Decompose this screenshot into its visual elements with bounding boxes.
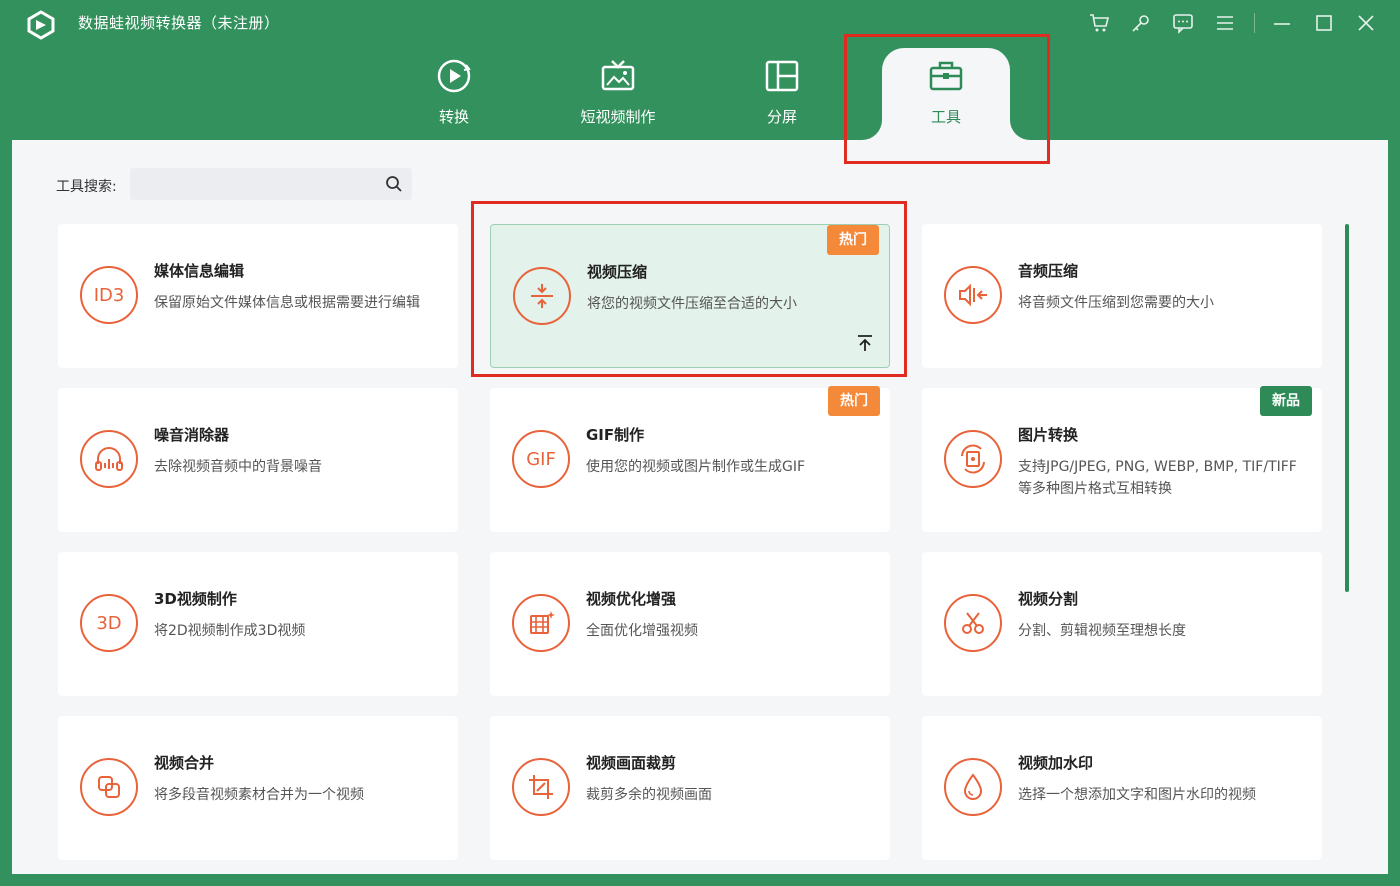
tool-desc: 选择一个想添加文字和图片水印的视频 [1018, 787, 1256, 803]
id3-icon: ID3 [80, 266, 138, 324]
app-title: 数据蛙视频转换器（未注册） [78, 14, 280, 32]
maximize-icon[interactable] [1309, 8, 1339, 38]
tab-short-video[interactable]: 短视频制作 [558, 48, 678, 140]
tab-split-screen[interactable]: 分屏 [722, 48, 842, 140]
controls-divider [1254, 13, 1255, 33]
tool-card-video-crop[interactable]: 视频画面裁剪 裁剪多余的视频画面 [490, 716, 890, 860]
tool-title: 视频加水印 [1018, 754, 1094, 772]
menu-icon[interactable] [1210, 8, 1240, 38]
tool-card-noise-remover[interactable]: 噪音消除器 去除视频音频中的背景噪音 [58, 388, 458, 532]
cart-icon[interactable] [1084, 8, 1114, 38]
app-logo-icon [27, 10, 55, 40]
convert-icon [434, 56, 474, 96]
scissors-icon [944, 594, 1002, 652]
image-convert-icon [944, 430, 1002, 488]
tool-title: 图片转换 [1018, 426, 1079, 444]
highlight-box-tools-tab [844, 34, 1050, 164]
headphones-icon [80, 430, 138, 488]
tool-desc: 分割、剪辑视频至理想长度 [1018, 623, 1186, 639]
message-icon[interactable] [1168, 8, 1198, 38]
close-icon[interactable] [1351, 8, 1381, 38]
scrollbar[interactable] [1345, 224, 1349, 592]
key-icon[interactable] [1126, 8, 1156, 38]
app-window: 数据蛙视频转换器（未注册） 转换 短视频制作 分屏 工具 工具搜索: ID3 媒… [0, 0, 1400, 886]
minimize-icon[interactable] [1267, 8, 1297, 38]
tool-card-video-merge[interactable]: 视频合并 将多段音视频素材合并为一个视频 [58, 716, 458, 860]
watermark-icon [944, 758, 1002, 816]
tool-desc: 保留原始文件媒体信息或根据需要进行编辑 [154, 295, 420, 311]
tool-desc: 使用您的视频或图片制作或生成GIF [586, 459, 806, 475]
tab-label: 转换 [438, 108, 469, 126]
tool-desc: 去除视频音频中的背景噪音 [154, 459, 322, 475]
tool-desc: 将2D视频制作成3D视频 [154, 623, 306, 639]
highlight-box-video-compress [471, 201, 907, 377]
crop-icon [512, 758, 570, 816]
tool-card-media-info[interactable]: ID3 媒体信息编辑 保留原始文件媒体信息或根据需要进行编辑 [58, 224, 458, 368]
tool-title: 视频优化增强 [586, 590, 677, 608]
tv-icon [598, 56, 638, 96]
tool-desc: 裁剪多余的视频画面 [586, 787, 712, 803]
tab-label: 短视频制作 [580, 108, 656, 126]
tool-title: 视频画面裁剪 [586, 754, 677, 772]
tool-card-audio-compress[interactable]: 音频压缩 将音频文件压缩到您需要的大小 [922, 224, 1322, 368]
audio-compress-icon [944, 266, 1002, 324]
window-controls [1072, 8, 1381, 38]
merge-icon [80, 758, 138, 816]
tool-card-video-split[interactable]: 视频分割 分割、剪辑视频至理想长度 [922, 552, 1322, 696]
tool-card-video-enhance[interactable]: 视频优化增强 全面优化增强视频 [490, 552, 890, 696]
search-box [130, 168, 412, 200]
tool-title: 3D视频制作 [154, 590, 237, 608]
search-label: 工具搜索: [56, 179, 117, 195]
tab-convert[interactable]: 转换 [394, 48, 514, 140]
3d-icon: 3D [80, 594, 138, 652]
tool-desc: 支持JPG/JPEG, PNG, WEBP, BMP, TIF/TIFF等多种图… [1018, 459, 1297, 497]
tool-title: 媒体信息编辑 [154, 262, 245, 280]
title-bar: 数据蛙视频转换器（未注册） [0, 0, 1400, 46]
enhance-icon [512, 594, 570, 652]
tool-title: 视频合并 [154, 754, 215, 772]
tab-label: 分屏 [766, 108, 797, 126]
hot-badge: 热门 [828, 386, 880, 416]
tool-card-watermark[interactable]: 视频加水印 选择一个想添加文字和图片水印的视频 [922, 716, 1322, 860]
tool-desc: 全面优化增强视频 [586, 623, 698, 639]
tool-desc: 将音频文件压缩到您需要的大小 [1018, 295, 1214, 311]
new-badge: 新品 [1260, 386, 1312, 416]
tool-card-3d-video[interactable]: 3D 3D视频制作 将2D视频制作成3D视频 [58, 552, 458, 696]
tool-title: 视频分割 [1018, 590, 1079, 608]
split-screen-icon [762, 56, 802, 96]
tool-title: 音频压缩 [1018, 262, 1079, 280]
search-input[interactable] [130, 168, 370, 200]
tool-title: GIF制作 [586, 426, 645, 444]
tool-desc: 将多段音视频素材合并为一个视频 [154, 787, 364, 803]
tool-title: 噪音消除器 [154, 426, 230, 444]
gif-icon: GIF [512, 430, 570, 488]
tool-card-image-convert[interactable]: 新品 图片转换 支持JPG/JPEG, PNG, WEBP, BMP, TIF/… [922, 386, 1322, 532]
search-icon[interactable] [384, 174, 404, 194]
tool-card-gif-maker[interactable]: 热门 GIF GIF制作 使用您的视频或图片制作或生成GIF [490, 386, 890, 532]
